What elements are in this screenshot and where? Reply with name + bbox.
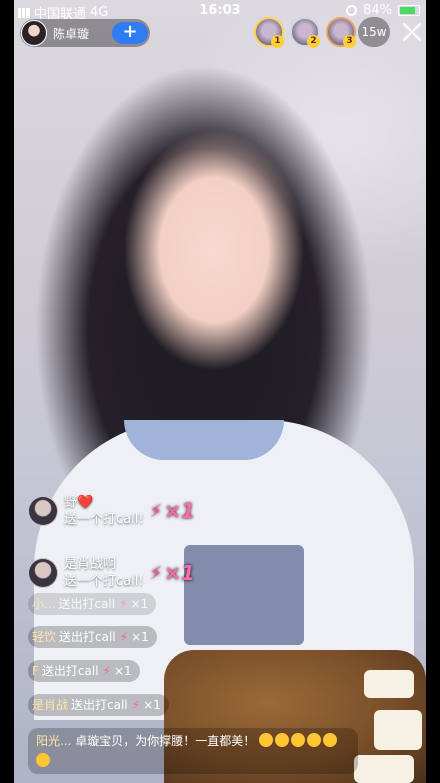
gift-description: 送一个打call! <box>64 512 144 527</box>
gift-message: 野❤️ 送一个打call! ⚡ ×1 <box>28 494 195 528</box>
anchor-info[interactable]: 陈卓璇 + <box>20 19 150 47</box>
emoji-icon <box>291 733 306 747</box>
gift-text-block: 野❤️ 送一个打call! <box>64 494 144 528</box>
rank-avatar-1[interactable]: 1 <box>254 17 284 48</box>
chat-user[interactable]: F <box>32 660 39 682</box>
chat-message: 送出打call <box>58 597 116 611</box>
battery-percent: 84% <box>363 3 392 18</box>
chat-count: ×1 <box>113 664 132 678</box>
gift-text-block: 是肖战啊 送一个打call! <box>64 556 144 590</box>
battery-icon <box>398 5 420 16</box>
gift-multiplier: ×1 <box>164 499 195 523</box>
chat-count: ×1 <box>143 698 161 712</box>
call-stick-icon: ⚡ <box>102 664 111 678</box>
gift-message: 是肖战啊 送一个打call! ⚡ ×1 <box>28 556 195 590</box>
rank-avatar-2[interactable]: 2 <box>290 17 320 48</box>
chat-line: 小... 送出打call ⚡ ×1 <box>28 593 157 615</box>
call-stick-icon: ⚡ <box>119 597 128 611</box>
comment-user[interactable]: 阳光... <box>36 734 71 748</box>
chat-comment: 阳光... 卓璇宝贝，为你撑腰！一直都美！ <box>28 728 358 774</box>
rank-badge: 2 <box>307 35 320 48</box>
chat-user[interactable]: 小... <box>32 593 55 615</box>
call-stick-icon: ⚡ <box>149 500 163 522</box>
call-stick-icon: ⚡ <box>149 562 163 584</box>
comment-text: 卓璇宝贝，为你撑腰！一直都美！ <box>75 734 256 748</box>
chat-user[interactable]: 轻饮 <box>32 626 56 648</box>
rank-badge: 1 <box>271 35 284 48</box>
chat-user[interactable]: 是肖战 <box>32 694 68 716</box>
battery-fill <box>400 7 416 14</box>
chat-line: 是肖战 送出打call ⚡ ×1 <box>28 694 169 716</box>
chat-line: 轻饮 送出打call ⚡ ×1 <box>28 626 157 648</box>
emoji-icon <box>307 733 322 747</box>
gift-multiplier: ×1 <box>164 561 195 585</box>
emoji-icon <box>323 733 338 747</box>
food-piece <box>374 710 422 750</box>
chat-message: 送出打call <box>59 630 116 644</box>
anchor-name: 陈卓璇 <box>53 26 90 41</box>
rank-list: 1 2 3 <box>254 17 356 48</box>
rank-badge: 3 <box>343 35 356 48</box>
follow-button[interactable]: + <box>112 22 148 44</box>
viewer-count[interactable]: 15w <box>358 17 390 47</box>
food-piece <box>354 755 414 783</box>
chat-message: 送出打call <box>41 664 99 678</box>
food-piece <box>364 670 414 698</box>
chat-message: 送出打call <box>71 698 128 712</box>
gift-user-avatar[interactable] <box>28 496 58 526</box>
chat-count: ×1 <box>131 630 149 644</box>
gift-user-name: 是肖战啊 <box>64 557 117 572</box>
emoji-icon <box>275 733 290 747</box>
gift-user-name: 野❤️ <box>64 495 94 510</box>
anchor-avatar[interactable] <box>21 20 47 46</box>
rotation-lock-icon <box>346 5 358 16</box>
live-stream-screen: 中国联通 4G 16:03 84% 陈卓璇 + 1 2 3 15w 野❤️ 送一… <box>14 0 426 783</box>
chat-line: F 送出打call ⚡ ×1 <box>28 660 140 682</box>
call-stick-icon: ⚡ <box>131 698 141 712</box>
stream-video-collar <box>124 420 284 460</box>
status-right: 84% <box>346 3 420 18</box>
gift-user-avatar[interactable] <box>28 558 58 588</box>
chat-count: ×1 <box>130 597 149 611</box>
rank-avatar-3[interactable]: 3 <box>326 17 356 48</box>
call-stick-icon: ⚡ <box>119 630 129 644</box>
emoji-icon <box>36 753 50 767</box>
emoji-icon <box>259 733 274 747</box>
close-icon[interactable] <box>400 20 424 44</box>
stream-video-shirt-print <box>184 545 304 645</box>
gift-description: 送一个打call! <box>64 574 144 589</box>
